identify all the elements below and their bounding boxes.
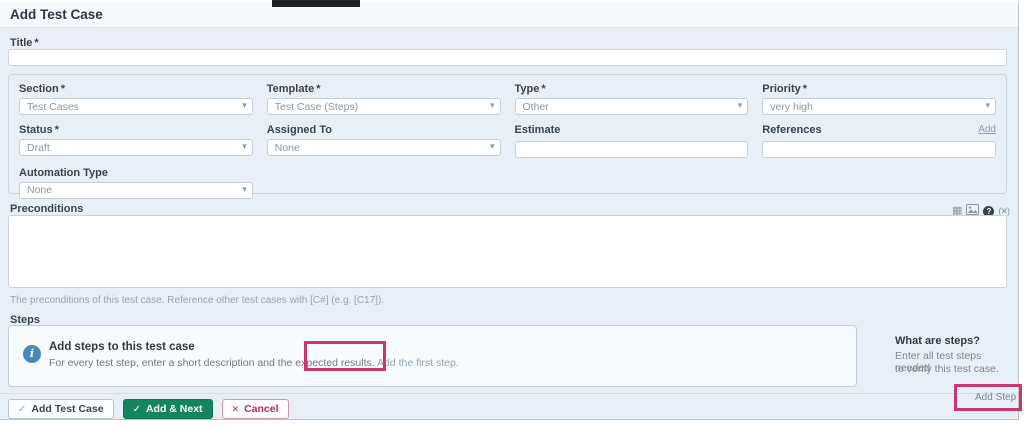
check-icon: ✓ [133,404,141,415]
required-marker: * [316,83,320,95]
add-test-case-page: Add Test Case Title* Section* Test Cases… [0,2,1019,420]
status-label: Status* [19,124,253,137]
required-marker: * [541,83,545,95]
status-select[interactable]: Draft ▾ [19,139,253,156]
page-header: Add Test Case [0,2,1018,28]
check-icon: ✓ [18,404,26,415]
automation-type-select[interactable]: None ▾ [19,182,253,199]
assigned-to-label: Assigned To [267,124,501,137]
title-label-text: Title [10,37,32,49]
required-marker: * [61,83,65,95]
preconditions-textarea[interactable] [8,215,1007,288]
priority-value: very high [770,101,813,113]
what-are-steps-title: What are steps? [895,335,980,347]
field-automation-type: Automation Type None ▾ [19,167,253,199]
type-label: Type* [515,83,749,96]
automation-type-value: None [27,184,52,196]
steps-info-title: Add steps to this test case [49,341,195,353]
chevron-down-icon: ▾ [242,141,247,152]
add-and-next-button[interactable]: ✓ Add & Next [123,399,213,419]
section-select[interactable]: Test Cases ▾ [19,98,253,115]
what-are-steps-text: to verify this test case. [895,363,999,375]
priority-label: Priority* [762,83,996,96]
preconditions-label: Preconditions [10,203,83,215]
template-label: Template* [267,83,501,96]
references-label-row: References Add [762,124,996,137]
field-references: References Add [762,124,996,158]
chevron-down-icon: ▾ [738,100,743,111]
required-marker: * [34,37,38,49]
field-template: Template* Test Case (Steps) ▾ [267,83,501,115]
add-step-link[interactable]: Add Step [975,392,1016,403]
screenshot-canvas: Add Test Case Title* Section* Test Cases… [0,0,1024,427]
case-details-fieldset: Section* Test Cases ▾ Template* Test Cas… [8,74,1007,194]
field-section: Section* Test Cases ▾ [19,83,253,115]
required-marker: * [55,124,59,136]
title-input[interactable] [8,49,1007,66]
add-first-step-link[interactable]: Add the first step. [377,357,459,369]
cancel-button-label: Cancel [244,403,278,415]
field-assigned-to: Assigned To None ▾ [267,124,501,158]
references-label: References [762,124,821,136]
add-and-next-button-label: Add & Next [146,403,203,415]
priority-select[interactable]: very high ▾ [762,98,996,115]
cancel-button[interactable]: ✕ Cancel [222,399,289,419]
status-value: Draft [27,142,50,154]
chevron-down-icon: ▾ [490,141,495,152]
assigned-to-value: None [275,142,300,154]
redaction-bar [272,0,360,7]
info-icon: i [23,345,41,363]
chevron-down-icon: ▾ [242,100,247,111]
add-test-case-button-label: Add Test Case [31,403,103,415]
chevron-down-icon: ▾ [985,100,990,111]
steps-info-sentence: For every test step, enter a short descr… [49,357,375,369]
add-test-case-button[interactable]: ✓ Add Test Case [8,399,114,419]
field-priority: Priority* very high ▾ [762,83,996,115]
automation-type-label: Automation Type [19,167,253,180]
template-select[interactable]: Test Case (Steps) ▾ [267,98,501,115]
type-value: Other [523,101,549,113]
x-icon: ✕ [232,404,240,415]
assigned-to-select[interactable]: None ▾ [267,139,501,156]
template-value: Test Case (Steps) [275,101,358,113]
references-add-link[interactable]: Add [978,124,996,135]
footer-buttons: ✓ Add Test Case ✓ Add & Next ✕ Cancel [8,399,289,419]
chevron-down-icon: ▾ [242,184,247,195]
chevron-down-icon: ▾ [490,100,495,111]
references-input[interactable] [762,141,996,158]
field-type: Type* Other ▾ [515,83,749,115]
required-marker: * [803,83,807,95]
steps-empty-state-box: i Add steps to this test case For every … [8,325,857,387]
footer-divider [0,393,1018,394]
section-label: Section* [19,83,253,96]
estimate-label: Estimate [515,124,749,137]
page-title: Add Test Case [0,2,1018,28]
section-value: Test Cases [27,101,79,113]
steps-info-text: For every test step, enter a short descr… [49,357,459,369]
type-select[interactable]: Other ▾ [515,98,749,115]
title-label: Title* [10,37,39,49]
estimate-input[interactable] [515,141,749,158]
field-estimate: Estimate [515,124,749,158]
field-status: Status* Draft ▾ [19,124,253,158]
preconditions-help-text: The preconditions of this test case. Ref… [10,295,384,306]
